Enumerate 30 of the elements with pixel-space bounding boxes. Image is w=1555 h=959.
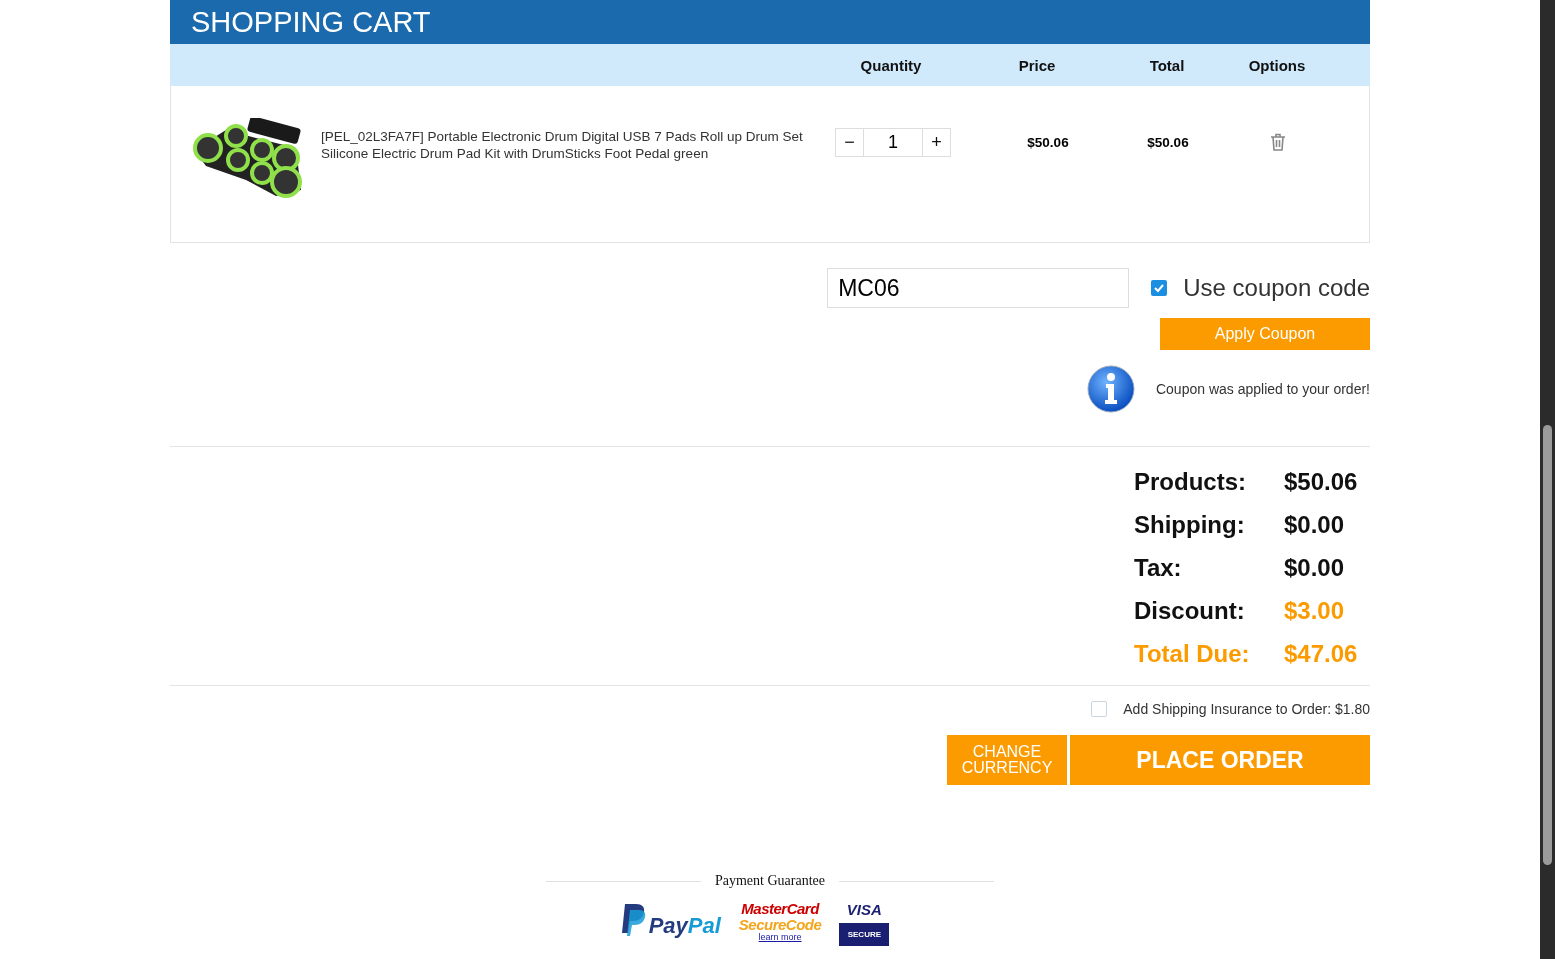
total-value: $50.06	[1284, 467, 1359, 497]
footer-title: Payment Guarantee	[715, 873, 825, 889]
total-label: Tax:	[1134, 553, 1183, 583]
mastercard-logo: MasterCard SecureCode learn more	[738, 901, 822, 942]
column-header: Options	[1247, 56, 1307, 74]
page-title: SHOPPING CART	[191, 5, 431, 39]
total-value: $0.00	[1284, 553, 1346, 583]
info-icon	[1085, 364, 1136, 414]
coupon-message: Coupon was applied to your order!	[1155, 381, 1370, 397]
column-header: Quantity	[859, 56, 923, 74]
total-label: Discount:	[1134, 596, 1246, 626]
checkbox[interactable]	[1151, 280, 1168, 296]
checkbox-label: Add Shipping Insurance to Order: $1.80	[1123, 701, 1370, 717]
total-value: $0.00	[1284, 510, 1346, 540]
column-header: Price	[1017, 56, 1057, 74]
price-text: $50.06	[1026, 135, 1070, 150]
checkbox-label: Use coupon code	[1183, 274, 1370, 302]
column-header: Total	[1148, 56, 1186, 74]
total-label: Total Due:	[1134, 639, 1251, 669]
total-value: $3.00	[1284, 596, 1346, 626]
scrollbar[interactable]	[1540, 0, 1555, 959]
trash-icon[interactable]	[1270, 133, 1286, 151]
checkbox[interactable]	[1091, 701, 1108, 717]
paypal-logo: PayPal	[620, 901, 721, 939]
coupon-field[interactable]: MC06	[827, 268, 1130, 308]
total-value: $47.06	[1284, 639, 1359, 669]
total-label: Shipping:	[1134, 510, 1246, 540]
product-name: [PEL_02L3FA7F] Portable Electronic Drum Digital USB 7 Pads Roll up Drum Set Silicone Electric Drum Pad Kit with DrumSticks Foot Pedal green	[321, 128, 804, 162]
total-label: Products:	[1134, 467, 1247, 497]
total-text: $50.06	[1146, 135, 1190, 150]
